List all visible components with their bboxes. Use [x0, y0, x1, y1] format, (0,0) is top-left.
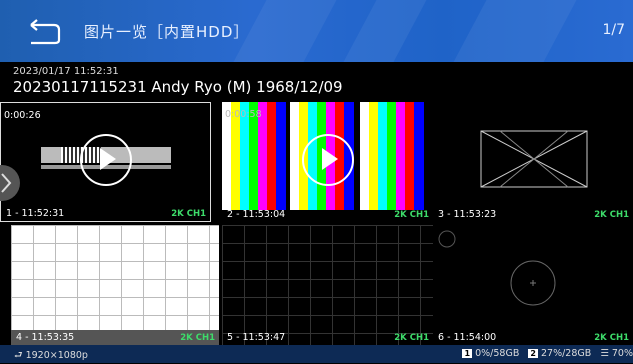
resolution-info: ⮐ 1920×1080p — [14, 348, 88, 364]
thumbnail-caption: 6 - 11:54:00 — [438, 332, 497, 343]
record-datetime: 2023/01/17 11:52:31 — [13, 66, 119, 77]
input-icon: ⮐ — [14, 350, 23, 361]
play-icon[interactable] — [301, 134, 354, 186]
hdd-icon: ☰ — [600, 348, 609, 359]
circle-pattern-image — [438, 230, 556, 306]
resolution-text: 1920×1080p — [25, 350, 88, 361]
header-decoration — [453, 0, 577, 62]
play-icon[interactable] — [79, 134, 132, 186]
title-bar: 图片一览［内置HDD］ 1/7 — [0, 0, 633, 62]
color-bars-image — [360, 102, 424, 210]
thumbnail-3[interactable]: 3 - 11:53:23 2K CH1 — [433, 102, 633, 222]
record-name: 20230117115231 Andy Ryo (M) 1968/12/09 — [13, 78, 343, 96]
sd1-usage: 0%/58GB — [475, 348, 520, 359]
channel-tag: 2K CH1 — [171, 209, 206, 219]
thumbnail-caption: 1 - 11:52:31 — [6, 208, 65, 219]
thumbnail-1[interactable]: 0:00:26 1 - 11:52:31 2K CH1 — [0, 102, 211, 222]
storage-info: 1 0%/58GB 2 27%/28GB ☰ 70% — [456, 348, 633, 359]
thumbnail-caption: 2 - 11:53:04 — [227, 209, 286, 220]
thumbnail-grid: 0:00:26 1 - 11:52:31 2K CH1 0:00:58 2 - … — [0, 102, 633, 345]
thumbnail-duration: 0:00:26 — [4, 110, 41, 121]
channel-tag: 2K CH1 — [594, 210, 629, 220]
sd2-icon: 2 — [528, 349, 538, 358]
cross-pattern-image — [480, 130, 588, 188]
channel-tag: 2K CH1 — [394, 333, 429, 343]
header-decoration — [343, 0, 427, 62]
thumbnail-caption: 3 - 11:53:23 — [438, 209, 497, 220]
sd2-usage: 27%/28GB — [540, 348, 592, 359]
record-info: 2023/01/17 11:52:31 20230117115231 Andy … — [13, 66, 343, 96]
back-icon[interactable] — [28, 18, 62, 46]
channel-tag: 2K CH1 — [180, 333, 215, 343]
channel-tag: 2K CH1 — [594, 333, 629, 343]
page-title: 图片一览［内置HDD］ — [84, 23, 250, 41]
thumbnail-2[interactable]: 0:00:58 2 - 11:53:04 2K CH1 — [222, 102, 433, 222]
sd1-icon: 1 — [462, 349, 473, 358]
thumbnail-duration: 0:00:58 — [225, 109, 262, 120]
page-indicator: 1/7 — [602, 22, 625, 38]
thumbnail-caption: 5 - 11:53:47 — [227, 332, 286, 343]
chevron-right-icon — [1, 173, 12, 193]
channel-tag: 2K CH1 — [394, 210, 429, 220]
status-bar: ⮐ 1920×1080p 1 0%/58GB 2 27%/28GB ☰ 70% — [0, 345, 633, 363]
hdd-usage: 70% — [611, 348, 633, 359]
thumbnail-5[interactable]: 5 - 11:53:47 2K CH1 — [222, 225, 433, 345]
thumbnail-6[interactable]: 6 - 11:54:00 2K CH1 — [433, 225, 633, 345]
thumbnail-4[interactable]: 4 - 11:53:35 2K CH1 — [11, 225, 219, 345]
